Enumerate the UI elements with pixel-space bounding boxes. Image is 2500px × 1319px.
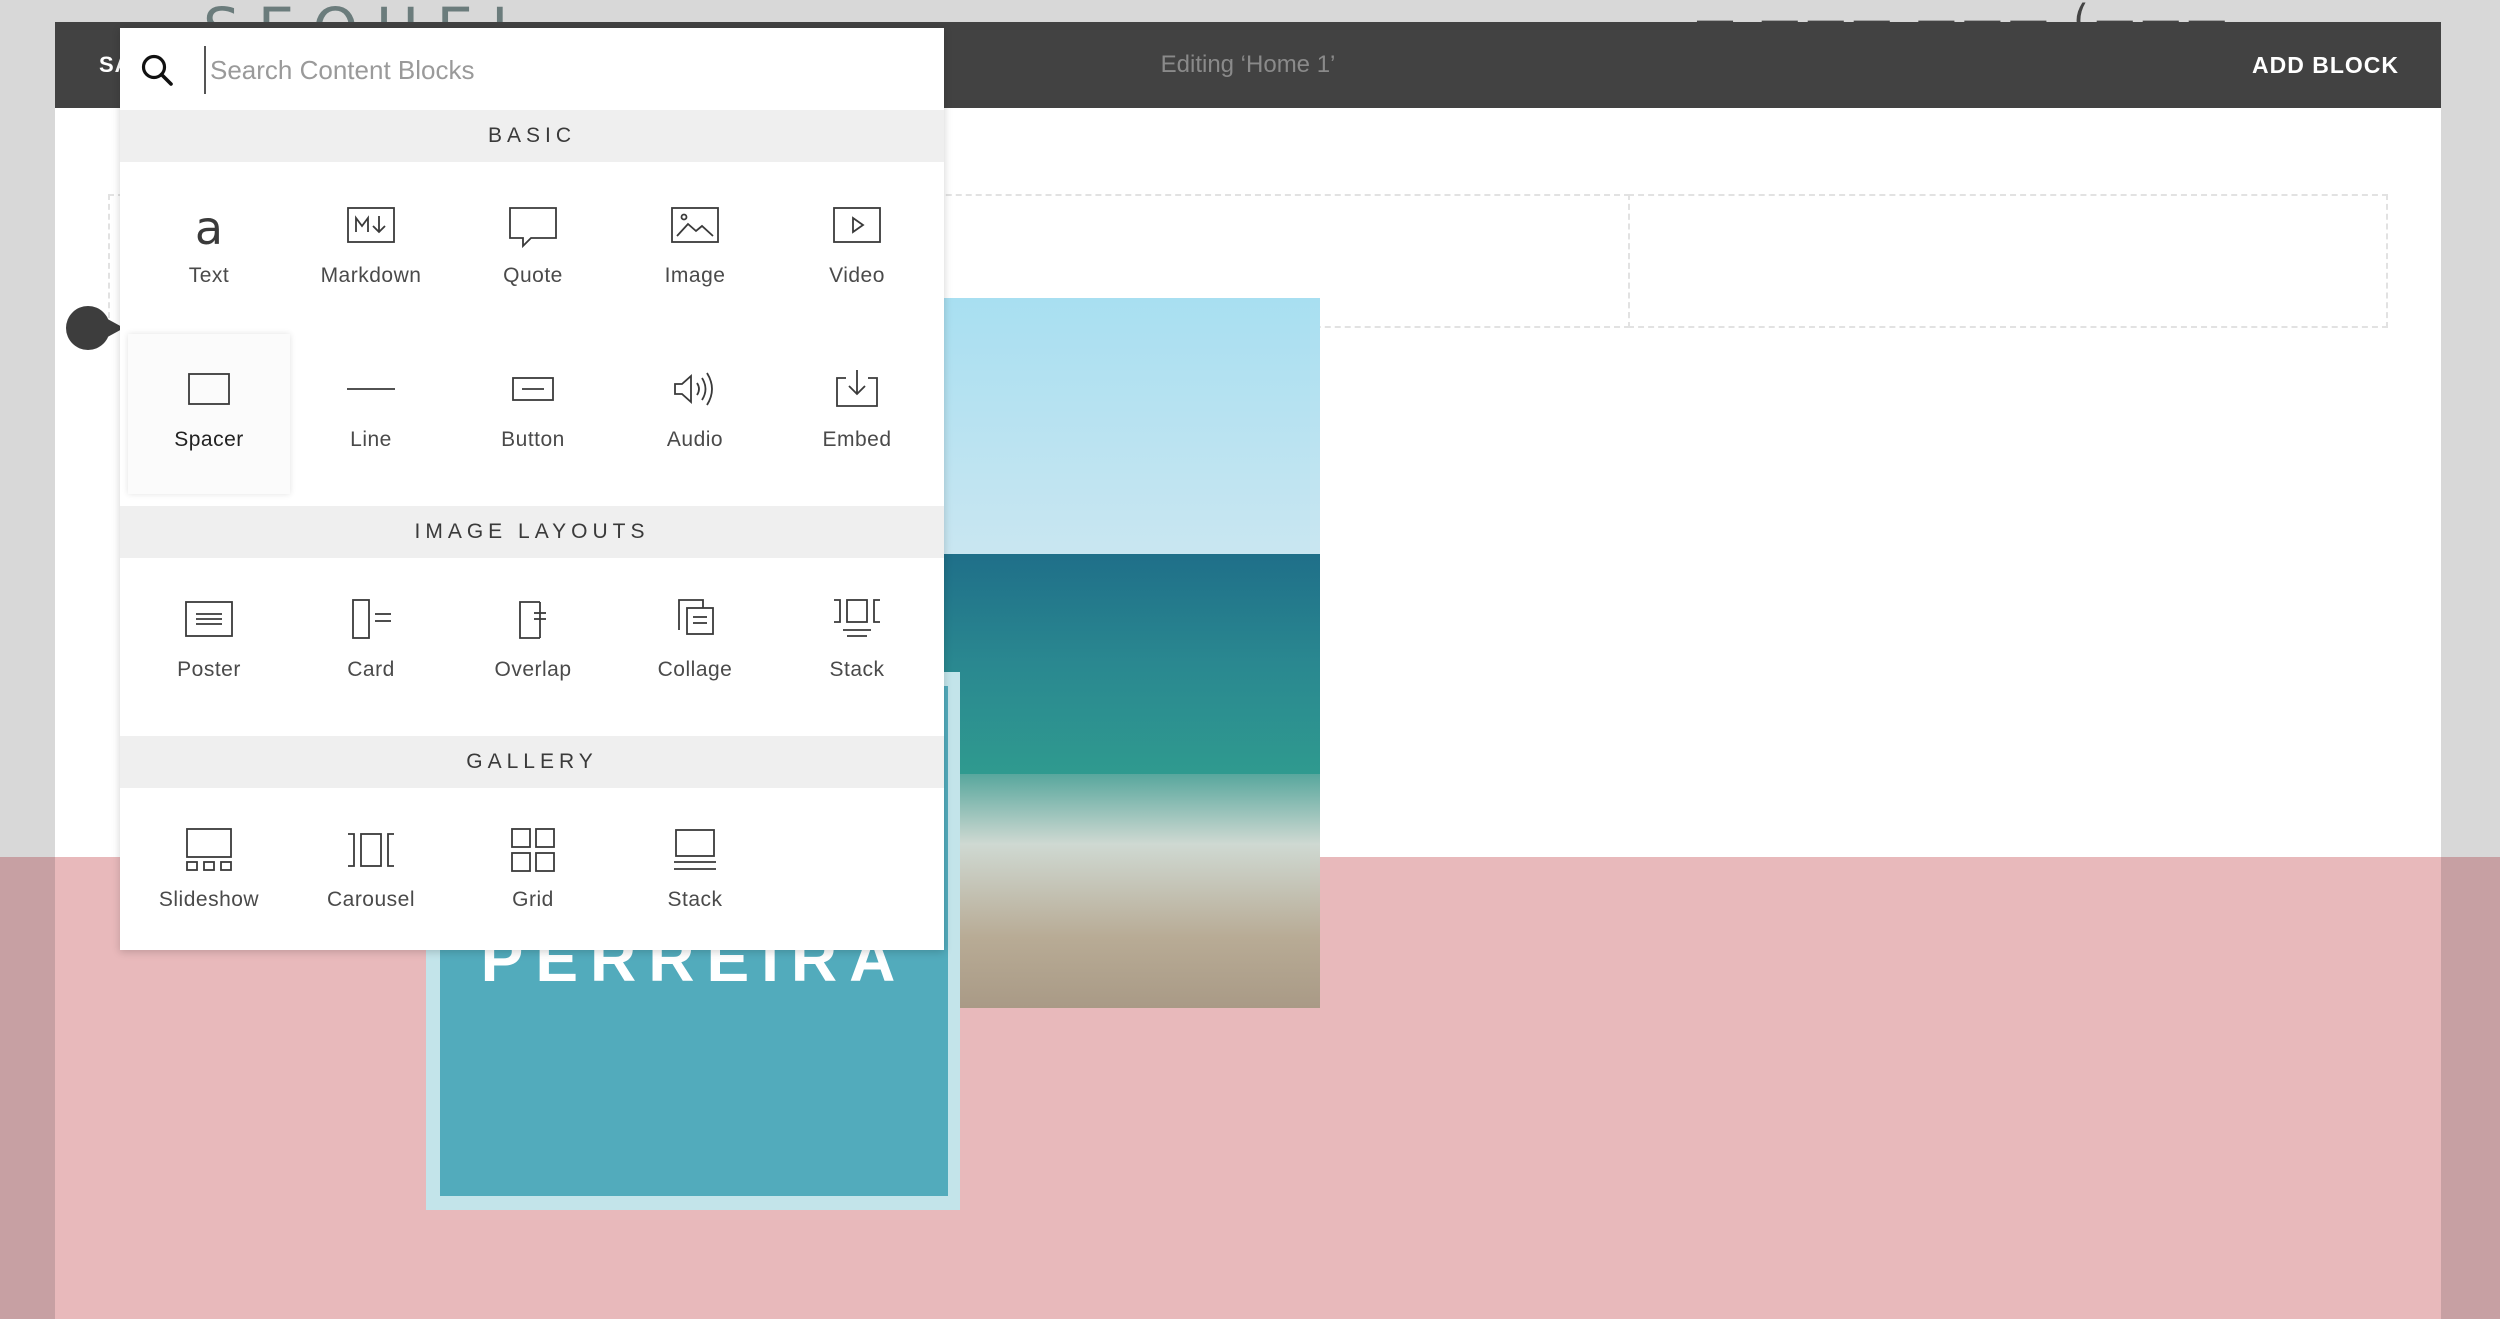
block-spacer[interactable]: Spacer: [128, 334, 290, 494]
line-icon: [347, 388, 395, 390]
section-header-gallery: GALLERY: [120, 736, 944, 788]
block-label: Slideshow: [158, 888, 260, 911]
block-label: Spacer: [174, 428, 244, 451]
block-label: Button: [501, 428, 565, 451]
block-markdown[interactable]: Markdown: [290, 170, 452, 330]
poster-icon: [185, 601, 233, 637]
block-text[interactable]: a Text: [128, 170, 290, 330]
embed-icon: [836, 370, 878, 407]
audio-icon: [674, 372, 713, 406]
block-stack-layout[interactable]: Stack: [776, 564, 938, 724]
card-icon: [352, 599, 391, 639]
search-icon: [141, 54, 173, 86]
block-overlap[interactable]: Overlap: [452, 564, 614, 724]
photo-sky: [940, 298, 1320, 554]
overlap-icon: [519, 601, 546, 639]
slideshow-icon: [186, 828, 232, 871]
photo-surf: [940, 774, 1320, 1008]
add-block-button[interactable]: ADD BLOCK: [2252, 22, 2399, 108]
spacer-icon: [188, 373, 230, 405]
block-slideshow[interactable]: Slideshow: [128, 794, 290, 954]
block-label: Embed: [822, 428, 892, 451]
block-label: Audio: [666, 428, 724, 451]
block-collage[interactable]: Collage: [614, 564, 776, 724]
layout-guide: [1628, 194, 2388, 328]
block-image[interactable]: Image: [614, 170, 776, 330]
block-quote[interactable]: Quote: [452, 170, 614, 330]
grid-icon: [511, 828, 555, 872]
block-label: Line: [350, 428, 392, 451]
block-label: Collage: [657, 658, 733, 681]
image-icon: [671, 207, 719, 243]
svg-text:a: a: [195, 201, 223, 252]
block-grid[interactable]: Grid: [452, 794, 614, 954]
video-icon: [833, 207, 881, 243]
collage-icon: [678, 599, 714, 635]
block-poster[interactable]: Poster: [128, 564, 290, 724]
block-label: Stack: [829, 658, 885, 681]
block-card[interactable]: Card: [290, 564, 452, 724]
block-button[interactable]: Button: [452, 334, 614, 494]
section-header-basic: BASIC: [120, 110, 944, 162]
stack-gallery-icon: [674, 829, 716, 870]
quote-icon: [509, 207, 557, 249]
block-label: Quote: [503, 264, 563, 287]
markdown-icon: [347, 207, 395, 243]
stack-layout-icon: [834, 599, 880, 637]
block-label: Poster: [177, 658, 241, 681]
block-label: Card: [347, 658, 395, 681]
carousel-icon: [348, 833, 394, 867]
block-label: Video: [829, 264, 885, 287]
block-carousel[interactable]: Carousel: [290, 794, 452, 954]
text-icon: a: [195, 201, 223, 252]
block-embed[interactable]: Embed: [776, 334, 938, 494]
block-label: Image: [664, 264, 726, 287]
block-label: Text: [188, 264, 230, 287]
block-video[interactable]: Video: [776, 170, 938, 330]
block-label: Overlap: [494, 658, 572, 681]
insert-point-handle[interactable]: [66, 306, 124, 350]
block-line[interactable]: Line: [290, 334, 452, 494]
block-label: Carousel: [326, 888, 416, 911]
photo-sea: [940, 554, 1320, 774]
ocean-photo[interactable]: [940, 298, 1320, 1008]
section-header-image-layouts: IMAGE LAYOUTS: [120, 506, 944, 558]
search-row: [120, 28, 944, 110]
button-icon: [512, 377, 554, 401]
block-stack-gallery[interactable]: Stack: [614, 794, 776, 954]
block-label: Markdown: [320, 264, 422, 287]
block-label: Stack: [667, 888, 723, 911]
search-input[interactable]: [204, 46, 912, 94]
block-audio[interactable]: Audio: [614, 334, 776, 494]
block-picker-panel: BASIC IMAGE LAYOUTS GALLERY a Text Markd…: [120, 28, 944, 950]
block-label: Grid: [512, 888, 554, 911]
